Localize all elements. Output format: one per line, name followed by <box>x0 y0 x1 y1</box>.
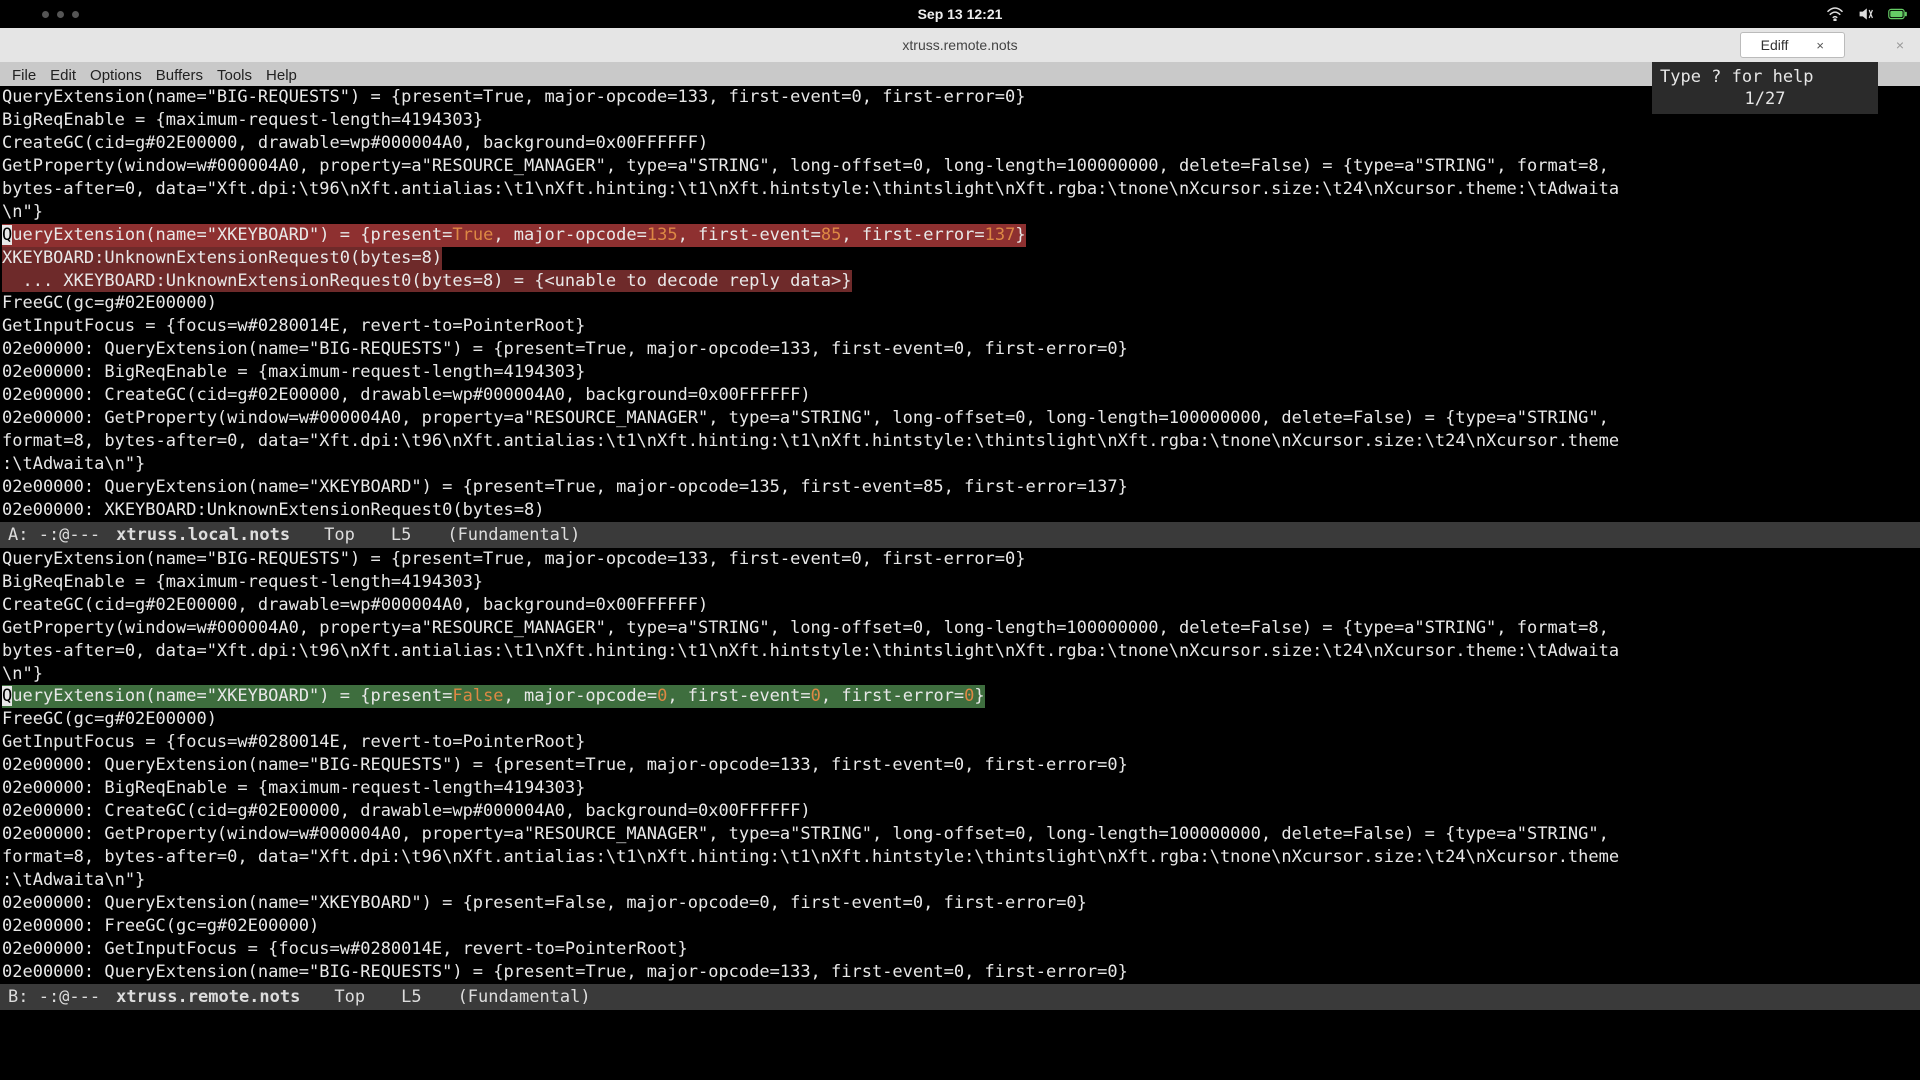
text-line: 02e00000: BigReqEnable = {maximum-reques… <box>2 362 585 382</box>
modeline-a-pos: Top <box>324 525 355 545</box>
modeline-b: B: -:@--- xtruss.remote.nots Top L5 (Fun… <box>0 984 1920 1010</box>
text-line: :\tAdwaita\n"} <box>2 870 145 890</box>
text-line: FreeGC(gc=g#02E00000) <box>2 709 217 729</box>
menu-help[interactable]: Help <box>260 65 303 86</box>
modeline-b-pos: Top <box>334 987 365 1007</box>
ediff-help-line1: Type ? for help <box>1660 66 1870 88</box>
text-line: 02e00000: CreateGC(cid=g#02E00000, drawa… <box>2 801 811 821</box>
text-line: GetInputFocus = {focus=w#0280014E, rever… <box>2 316 585 336</box>
modeline-a: A: -:@--- xtruss.local.nots Top L5 (Fund… <box>0 522 1920 548</box>
window-traffic-lights[interactable] <box>42 11 79 18</box>
emacs-title-bar: xtruss.remote.nots Ediff × × <box>0 28 1920 62</box>
modeline-b-file: xtruss.remote.nots <box>116 987 300 1007</box>
menu-tools[interactable]: Tools <box>211 65 258 86</box>
buffer-a[interactable]: QueryExtension(name="BIG-REQUESTS") = {p… <box>0 86 1920 522</box>
text-line: bytes-after=0, data="Xft.dpi:\t96\nXft.a… <box>2 179 1619 199</box>
text-line: :\tAdwaita\n"} <box>2 454 145 474</box>
diff-a-line3: ... XKEYBOARD:UnknownExtensionRequest0(b… <box>2 270 852 293</box>
text-line: 02e00000: QueryExtension(name="BIG-REQUE… <box>2 962 1128 982</box>
modeline-a-file: xtruss.local.nots <box>116 525 290 545</box>
diff-a-line2: XKEYBOARD:UnknownExtensionRequest0(bytes… <box>2 247 442 270</box>
menu-buffers[interactable]: Buffers <box>150 65 209 86</box>
battery-icon[interactable] <box>1888 8 1908 20</box>
text-line: format=8, bytes-after=0, data="Xft.dpi:\… <box>2 847 1619 867</box>
text-line: BigReqEnable = {maximum-request-length=4… <box>2 110 483 130</box>
text-line: bytes-after=0, data="Xft.dpi:\t96\nXft.a… <box>2 641 1619 661</box>
diff-a-line1: QueryExtension(name="XKEYBOARD") = {pres… <box>2 224 1026 247</box>
modeline-b-line: L5 <box>401 987 421 1007</box>
window-close-icon[interactable]: × <box>1880 28 1920 62</box>
modeline-a-line: L5 <box>391 525 411 545</box>
ediff-diff-counter: 1/27 <box>1660 88 1870 110</box>
text-line: BigReqEnable = {maximum-request-length=4… <box>2 572 483 592</box>
text-line: 02e00000: GetProperty(window=w#000004A0,… <box>2 408 1619 428</box>
mac-clock: Sep 13 12:21 <box>918 6 1003 22</box>
text-line: 02e00000: QueryExtension(name="BIG-REQUE… <box>2 755 1128 775</box>
text-line: GetInputFocus = {focus=w#0280014E, rever… <box>2 732 585 752</box>
diff-b-line1: QueryExtension(name="XKEYBOARD") = {pres… <box>2 685 985 708</box>
cursor: Q <box>2 225 12 245</box>
text-line: 02e00000: GetInputFocus = {focus=w#02800… <box>2 939 688 959</box>
text-line: 02e00000: GetProperty(window=w#000004A0,… <box>2 824 1619 844</box>
modeline-b-mode: (Fundamental) <box>458 987 591 1007</box>
text-line: 02e00000: QueryExtension(name="XKEYBOARD… <box>2 893 1087 913</box>
text-line: 02e00000: FreeGC(gc=g#02E00000) <box>2 916 319 936</box>
modeline-a-mode: (Fundamental) <box>447 525 580 545</box>
text-line: 02e00000: XKEYBOARD:UnknownExtensionRequ… <box>2 500 544 520</box>
modeline-a-pre: A: -:@--- <box>8 525 100 545</box>
text-line: 02e00000: BigReqEnable = {maximum-reques… <box>2 778 585 798</box>
text-line: CreateGC(cid=g#02E00000, drawable=wp#000… <box>2 133 708 153</box>
modeline-b-pre: B: -:@--- <box>8 987 100 1007</box>
menu-options[interactable]: Options <box>84 65 148 86</box>
emacs-title: xtruss.remote.nots <box>902 37 1017 53</box>
text-line: FreeGC(gc=g#02E00000) <box>2 293 217 313</box>
menu-file[interactable]: File <box>6 65 42 86</box>
ediff-help-box: Type ? for help 1/27 <box>1652 62 1878 114</box>
wifi-icon[interactable] <box>1826 7 1844 21</box>
cursor: Q <box>2 686 12 706</box>
text-line: 02e00000: QueryExtension(name="XKEYBOARD… <box>2 477 1128 497</box>
text-line: GetProperty(window=w#000004A0, property=… <box>2 156 1619 176</box>
mac-menu-bar: Sep 13 12:21 <box>0 0 1920 28</box>
text-line: format=8, bytes-after=0, data="Xft.dpi:\… <box>2 431 1619 451</box>
text-line: QueryExtension(name="BIG-REQUESTS") = {p… <box>2 87 1026 107</box>
buffer-b[interactable]: QueryExtension(name="BIG-REQUESTS") = {p… <box>0 548 1920 984</box>
volume-icon[interactable] <box>1858 7 1874 21</box>
text-line: CreateGC(cid=g#02E00000, drawable=wp#000… <box>2 595 708 615</box>
menu-edit[interactable]: Edit <box>44 65 82 86</box>
text-line: GetProperty(window=w#000004A0, property=… <box>2 618 1619 638</box>
text-line: \n"} <box>2 202 43 222</box>
ediff-tab-label: Ediff <box>1761 37 1789 53</box>
text-line: QueryExtension(name="BIG-REQUESTS") = {p… <box>2 549 1026 569</box>
tab-close-icon[interactable]: × <box>1816 38 1824 53</box>
ediff-tab[interactable]: Ediff × <box>1740 32 1845 58</box>
text-line: 02e00000: CreateGC(cid=g#02E00000, drawa… <box>2 385 811 405</box>
emacs-menu-bar: File Edit Options Buffers Tools Help <box>0 62 1920 86</box>
text-line: \n"} <box>2 664 43 684</box>
text-line: 02e00000: QueryExtension(name="BIG-REQUE… <box>2 339 1128 359</box>
